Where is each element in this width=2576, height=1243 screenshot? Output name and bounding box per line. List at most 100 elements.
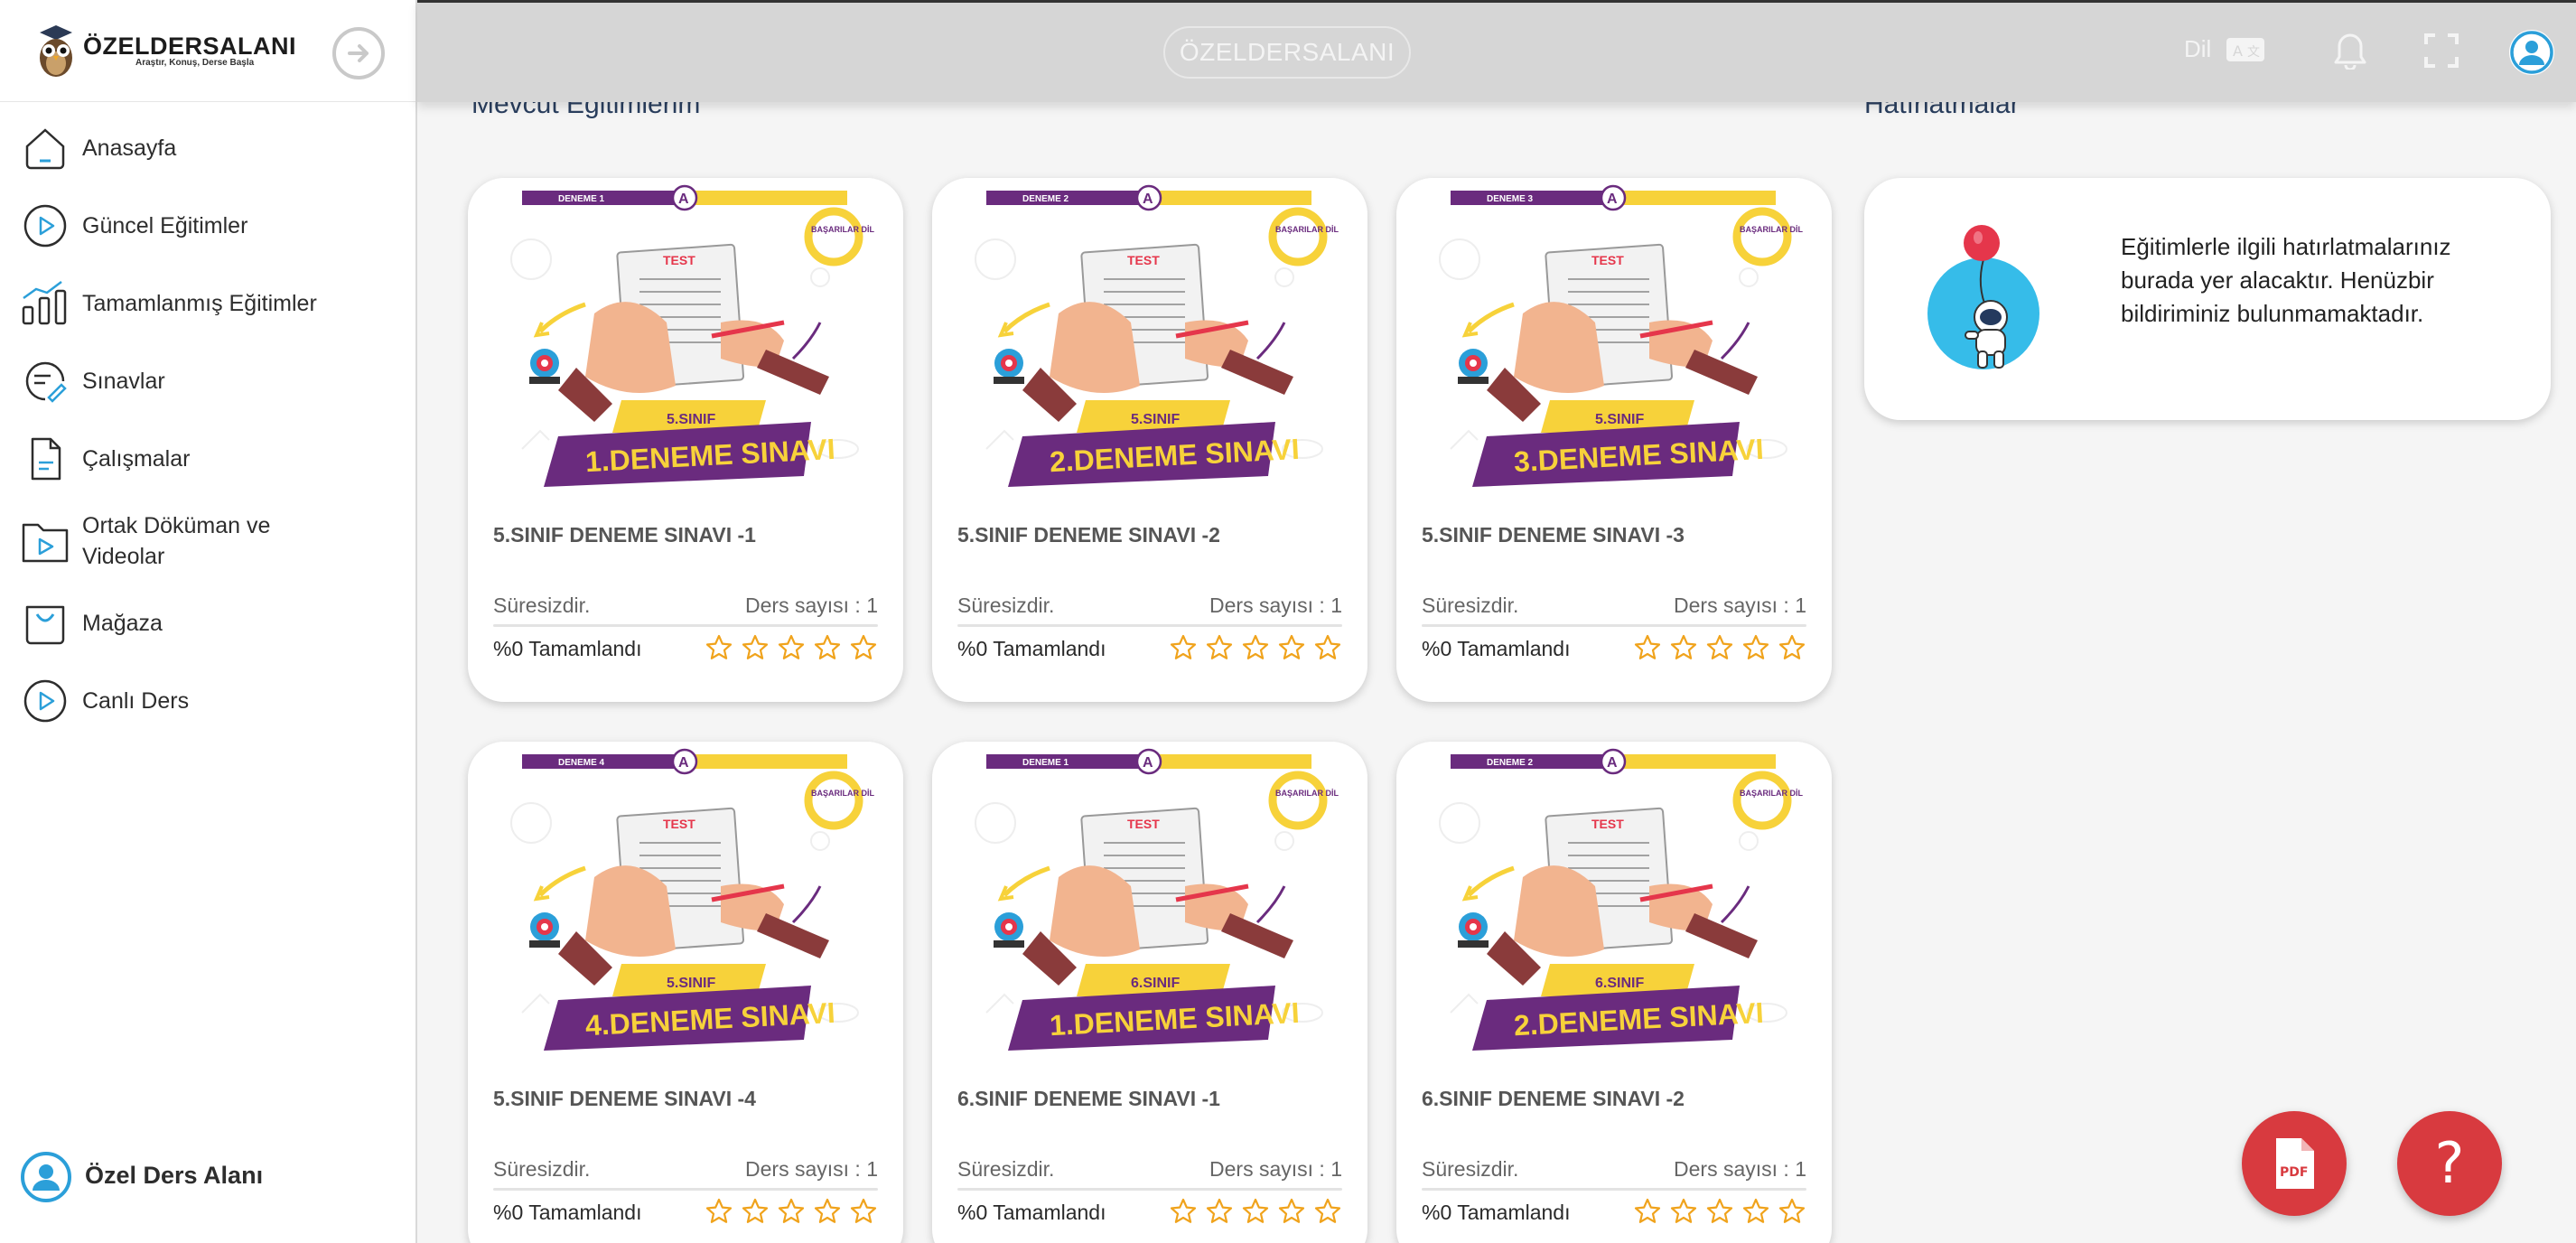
profile-icon[interactable] <box>2507 28 2556 77</box>
card-progress: %0 Tamamlandı <box>957 637 1106 660</box>
star-icon[interactable] <box>1277 633 1306 662</box>
cover-test-label: TEST <box>1127 253 1160 267</box>
cover-top-label: DENEME 1 <box>558 194 605 204</box>
star-icon[interactable] <box>1669 1197 1698 1226</box>
training-card[interactable]: DENEME 1 A TEST BAŞARILAR DİLERİZ! 6.SIN… <box>932 742 1367 1243</box>
star-icon[interactable] <box>1633 633 1662 662</box>
exam-cover-image: DENEME 1 A TEST BAŞARILAR DİLERİZ! 6.SIN… <box>959 742 1339 1067</box>
star-icon[interactable] <box>1313 1197 1342 1226</box>
card-divider <box>1422 1188 1806 1191</box>
cover-cloud-text: BAŞARILAR DİLERİZ! <box>811 789 874 798</box>
cover-badge: A <box>1607 755 1618 771</box>
cover-top-label: DENEME 2 <box>1022 194 1069 204</box>
star-icon[interactable] <box>813 633 842 662</box>
star-icon[interactable] <box>1241 1197 1270 1226</box>
sidebar-item-label: Anasayfa <box>82 136 177 161</box>
brand-pill[interactable]: ÖZELDERSALANI <box>1163 26 1411 79</box>
star-icon[interactable] <box>1705 633 1734 662</box>
exam-cover-image: DENEME 3 A TEST BAŞARILAR DİLERİZ! 5.SIN… <box>1423 178 1803 503</box>
sidebar-item-live-lesson[interactable]: Canlı Ders <box>0 673 415 729</box>
logo-title: ÖZELDERSALANI <box>83 33 296 60</box>
card-rating[interactable] <box>1169 1197 1342 1226</box>
star-icon[interactable] <box>1277 1197 1306 1226</box>
sidebar-item-studies[interactable]: Çalışmalar <box>0 431 415 487</box>
shopping-bag-icon <box>20 598 70 649</box>
star-icon[interactable] <box>1169 633 1198 662</box>
star-icon[interactable] <box>849 633 878 662</box>
help-button[interactable]: ? <box>2397 1111 2502 1216</box>
star-icon[interactable] <box>849 1197 878 1226</box>
star-icon[interactable] <box>777 1197 806 1226</box>
home-icon <box>20 123 70 173</box>
sidebar-item-exams[interactable]: Sınavlar <box>0 353 415 409</box>
card-progress: %0 Tamamlandı <box>493 1201 642 1224</box>
training-card[interactable]: DENEME 1 A TEST BAŞARILAR DİLERİZ! 5.SIN… <box>468 178 903 702</box>
star-icon[interactable] <box>741 633 770 662</box>
star-icon[interactable] <box>1205 633 1234 662</box>
sidebar: ÖZELDERSALANI Araştır, Konuş, Derse Başl… <box>0 0 417 1243</box>
training-card[interactable]: DENEME 2 A TEST BAŞARILAR DİLERİZ! 6.SIN… <box>1396 742 1832 1243</box>
translate-icon[interactable]: A文 <box>2226 37 2265 62</box>
sidebar-user[interactable]: Özel Ders Alanı <box>0 1147 415 1207</box>
sidebar-item-label: Mağaza <box>82 611 163 636</box>
pdf-file-icon: PDF <box>2276 1138 2314 1189</box>
card-title: 6.SINIF DENEME SINAVI -1 <box>957 1087 1220 1110</box>
star-icon[interactable] <box>1313 633 1342 662</box>
section-title-trainings: Mevcut Eğitimlerim <box>471 102 701 119</box>
star-icon[interactable] <box>1241 633 1270 662</box>
star-icon[interactable] <box>1778 1197 1806 1226</box>
card-lesson-count: Ders sayısı : 1 <box>745 1157 878 1181</box>
sidebar-item-label: Sınavlar <box>82 369 165 394</box>
card-lesson-count: Ders sayısı : 1 <box>1674 593 1806 617</box>
training-card[interactable]: DENEME 3 A TEST BAŞARILAR DİLERİZ! 5.SIN… <box>1396 178 1832 702</box>
svg-text:文: 文 <box>2247 45 2260 60</box>
pdf-button[interactable]: PDF <box>2242 1111 2347 1216</box>
cover-cloud-text: BAŞARILAR DİLERİZ! <box>1740 225 1803 234</box>
bell-icon[interactable] <box>2332 32 2368 70</box>
star-icon[interactable] <box>1633 1197 1662 1226</box>
card-rating[interactable] <box>1169 633 1342 662</box>
sidebar-item-current-trainings[interactable]: Güncel Eğitimler <box>0 198 415 254</box>
language-label[interactable]: Dil <box>2184 35 2211 63</box>
fullscreen-icon[interactable] <box>2424 33 2459 68</box>
collapse-sidebar-button[interactable] <box>332 27 385 79</box>
star-icon[interactable] <box>777 633 806 662</box>
sidebar-item-home[interactable]: Anasayfa <box>0 120 415 176</box>
card-rating[interactable] <box>1633 633 1806 662</box>
card-progress: %0 Tamamlandı <box>493 637 642 660</box>
sidebar-item-shared-docs[interactable]: Ortak Döküman ve Videolar <box>0 507 415 579</box>
star-icon[interactable] <box>705 1197 733 1226</box>
star-icon[interactable] <box>1705 1197 1734 1226</box>
star-icon[interactable] <box>813 1197 842 1226</box>
star-icon[interactable] <box>741 1197 770 1226</box>
card-divider <box>493 1188 878 1191</box>
sidebar-item-store[interactable]: Mağaza <box>0 595 415 651</box>
cover-cloud-text: BAŞARILAR DİLERİZ! <box>1740 789 1803 798</box>
star-icon[interactable] <box>1778 633 1806 662</box>
card-title: 5.SINIF DENEME SINAVI -2 <box>957 523 1220 547</box>
exam-cover-image: DENEME 1 A TEST BAŞARILAR DİLERİZ! 5.SIN… <box>495 178 874 503</box>
cover-top-label: DENEME 1 <box>1022 758 1069 768</box>
cover-badge: A <box>1143 755 1153 771</box>
training-card[interactable]: DENEME 4 A TEST BAŞARILAR DİLERİZ! 5.SIN… <box>468 742 903 1243</box>
training-card[interactable]: DENEME 2 A TEST BAŞARILAR DİLERİZ! 5.SIN… <box>932 178 1367 702</box>
sidebar-item-label: Güncel Eğitimler <box>82 213 248 238</box>
star-icon[interactable] <box>1741 1197 1770 1226</box>
card-rating[interactable] <box>705 1197 878 1226</box>
sidebar-item-completed-trainings[interactable]: Tamamlanmış Eğitimler <box>0 276 415 332</box>
star-icon[interactable] <box>1205 1197 1234 1226</box>
card-rating[interactable] <box>705 633 878 662</box>
card-rating[interactable] <box>1633 1197 1806 1226</box>
cover-test-label: TEST <box>1591 817 1624 831</box>
star-icon[interactable] <box>1669 633 1698 662</box>
card-lesson-count: Ders sayısı : 1 <box>1209 593 1342 617</box>
cover-test-label: TEST <box>1127 817 1160 831</box>
card-divider <box>493 624 878 627</box>
star-icon[interactable] <box>1741 633 1770 662</box>
pdf-label: PDF <box>2280 1165 2308 1180</box>
sidebar-item-label: Tamamlanmış Eğitimler <box>82 291 317 316</box>
star-icon[interactable] <box>705 633 733 662</box>
cover-badge: A <box>1143 192 1153 207</box>
star-icon[interactable] <box>1169 1197 1198 1226</box>
exam-icon <box>20 356 70 407</box>
